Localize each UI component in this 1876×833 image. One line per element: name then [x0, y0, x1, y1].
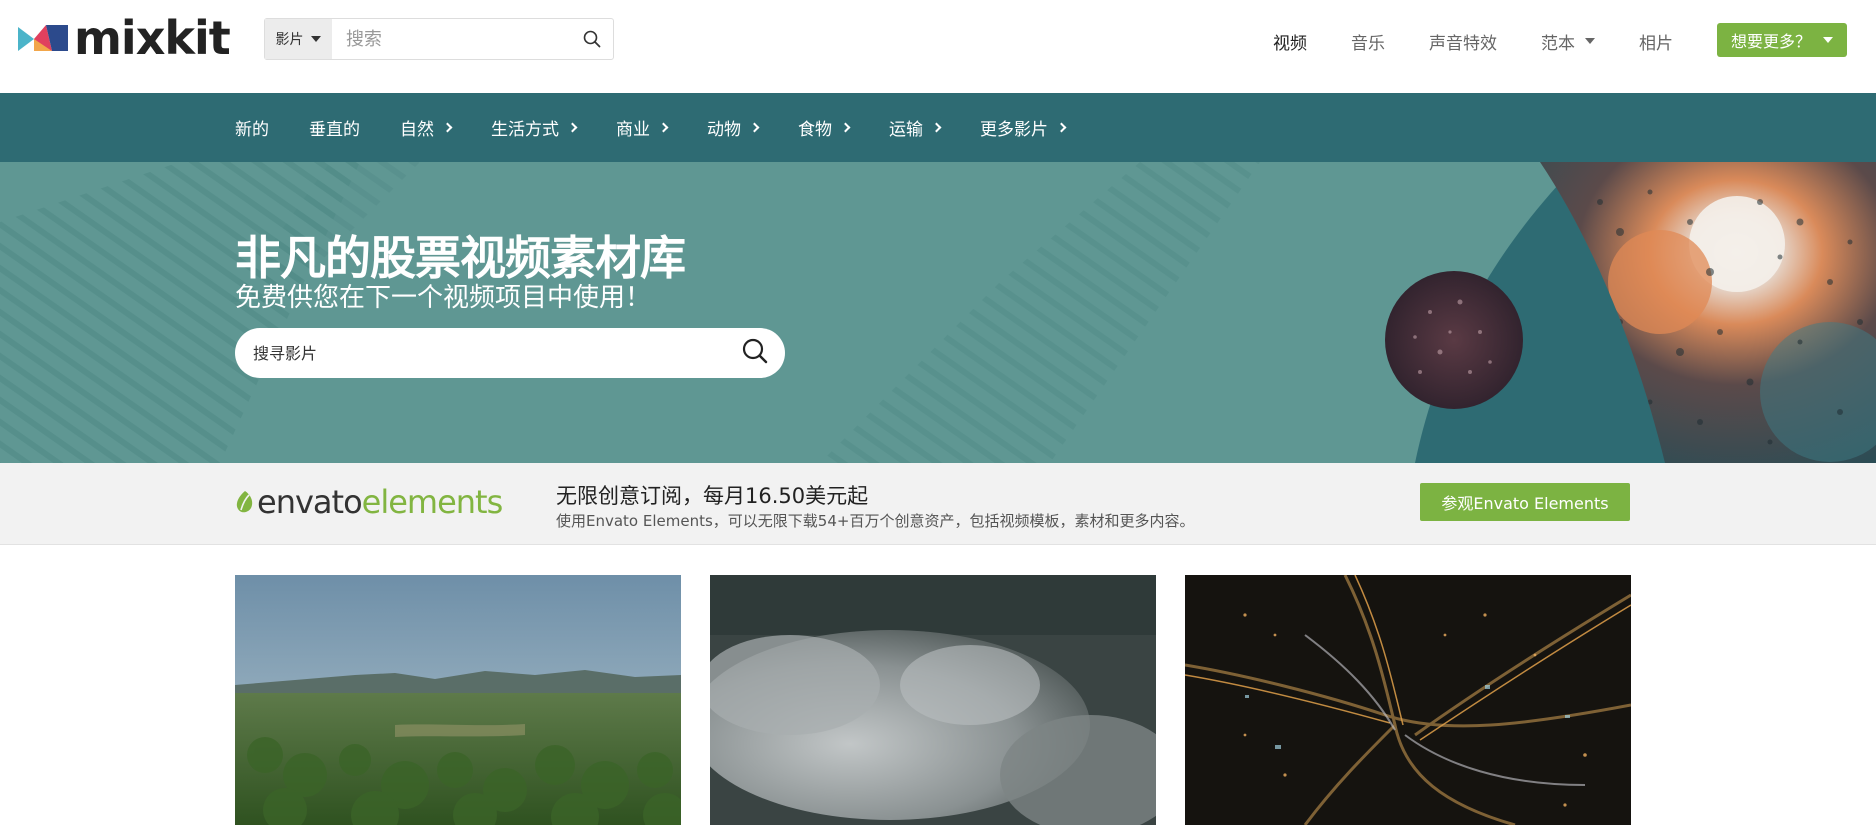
envato-logo-part1: envato: [257, 483, 363, 521]
search-icon: [583, 30, 601, 48]
logo-text: mixkit: [74, 11, 231, 65]
chevron-right-icon: [1056, 122, 1067, 133]
search-button[interactable]: [571, 19, 613, 59]
category-label: 垂直的: [309, 120, 360, 140]
category-bar: 新的 垂直的 自然 生活方式 商业 动物 食物 运输 更多影片: [0, 93, 1876, 162]
envato-title: 无限创意订阅，每月16.50美元起: [556, 484, 869, 508]
category-label: 生活方式: [491, 120, 559, 140]
visit-envato-button[interactable]: 参观Envato Elements: [1420, 483, 1630, 521]
chevron-right-icon: [840, 122, 851, 133]
search-type-label: 影片: [275, 32, 304, 48]
want-more-label: 想要更多？: [1730, 32, 1811, 51]
video-thumbnail-clouds: [710, 575, 1156, 825]
video-card-forest[interactable]: [235, 575, 681, 825]
nav-item-sound-effects[interactable]: 声音特效: [1429, 29, 1497, 54]
envato-logo-part2: elements: [361, 483, 504, 521]
envato-description: 使用Envato Elements，可以无限下载54+百万个创意资产，包括视频模…: [556, 512, 1195, 530]
hero-search-box: [235, 328, 785, 378]
chevron-right-icon: [931, 122, 942, 133]
hero-banner: 非凡的股票视频素材库 免费供您在下一个视频项目中使用！: [0, 162, 1876, 463]
nav-item-photos[interactable]: 相片: [1639, 29, 1673, 54]
video-thumbnail-forest: [235, 575, 681, 825]
hero-subtitle: 免费供您在下一个视频项目中使用！: [235, 283, 652, 313]
nav-label: 视频: [1273, 33, 1307, 54]
site-header: mixkit 影片 视频 音乐 声音特效 范本 相片 想要更多？: [0, 0, 1876, 93]
category-label: 自然: [400, 120, 434, 140]
chevron-right-icon: [658, 122, 669, 133]
category-label: 动物: [707, 120, 741, 140]
nav-label: 声音特效: [1429, 33, 1497, 54]
category-label: 商业: [616, 120, 650, 140]
search-type-select[interactable]: 影片: [265, 19, 332, 59]
video-card-clouds[interactable]: [710, 575, 1156, 825]
category-food[interactable]: 食物: [798, 115, 851, 140]
top-nav: 视频 音乐 声音特效 范本 相片: [1273, 26, 1673, 56]
want-more-button[interactable]: 想要更多？: [1717, 23, 1847, 57]
category-transport[interactable]: 运输: [889, 115, 942, 140]
category-label: 更多影片: [980, 120, 1048, 140]
video-thumbnail-city-night: [1185, 575, 1631, 825]
nav-label: 相片: [1639, 33, 1673, 54]
search-icon: [742, 338, 768, 364]
caret-down-icon: [1823, 37, 1833, 43]
search-input[interactable]: [331, 19, 571, 59]
logo-mark-icon: [18, 25, 68, 51]
hero-search-button[interactable]: [741, 337, 769, 369]
mixkit-logo[interactable]: mixkit: [18, 11, 231, 65]
chevron-right-icon: [567, 122, 578, 133]
chevron-right-icon: [749, 122, 760, 133]
category-vertical[interactable]: 垂直的: [309, 115, 360, 140]
caret-down-icon: [1585, 38, 1595, 44]
envato-leaf-icon: [236, 491, 253, 513]
envato-elements-logo[interactable]: envato elements: [235, 483, 504, 521]
nav-label: 范本: [1541, 33, 1575, 54]
chevron-right-icon: [442, 122, 453, 133]
category-new[interactable]: 新的: [235, 115, 269, 140]
hero-search-input[interactable]: [253, 343, 741, 363]
header-search: 影片: [264, 18, 614, 60]
category-label: 运输: [889, 120, 923, 140]
category-nature[interactable]: 自然: [400, 115, 453, 140]
category-label: 食物: [798, 120, 832, 140]
nav-item-video[interactable]: 视频: [1273, 29, 1307, 54]
envato-promo-bar: envato elements 无限创意订阅，每月16.50美元起 使用Enva…: [0, 463, 1876, 545]
nav-label: 音乐: [1351, 33, 1385, 54]
category-lifestyle[interactable]: 生活方式: [491, 115, 578, 140]
category-animals[interactable]: 动物: [707, 115, 760, 140]
nav-item-music[interactable]: 音乐: [1351, 29, 1385, 54]
caret-down-icon: [311, 36, 322, 42]
category-business[interactable]: 商业: [616, 115, 669, 140]
video-card-city-night[interactable]: [1185, 575, 1631, 825]
category-more-videos[interactable]: 更多影片: [980, 115, 1067, 140]
nav-item-templates[interactable]: 范本: [1541, 29, 1595, 54]
category-label: 新的: [235, 120, 269, 140]
